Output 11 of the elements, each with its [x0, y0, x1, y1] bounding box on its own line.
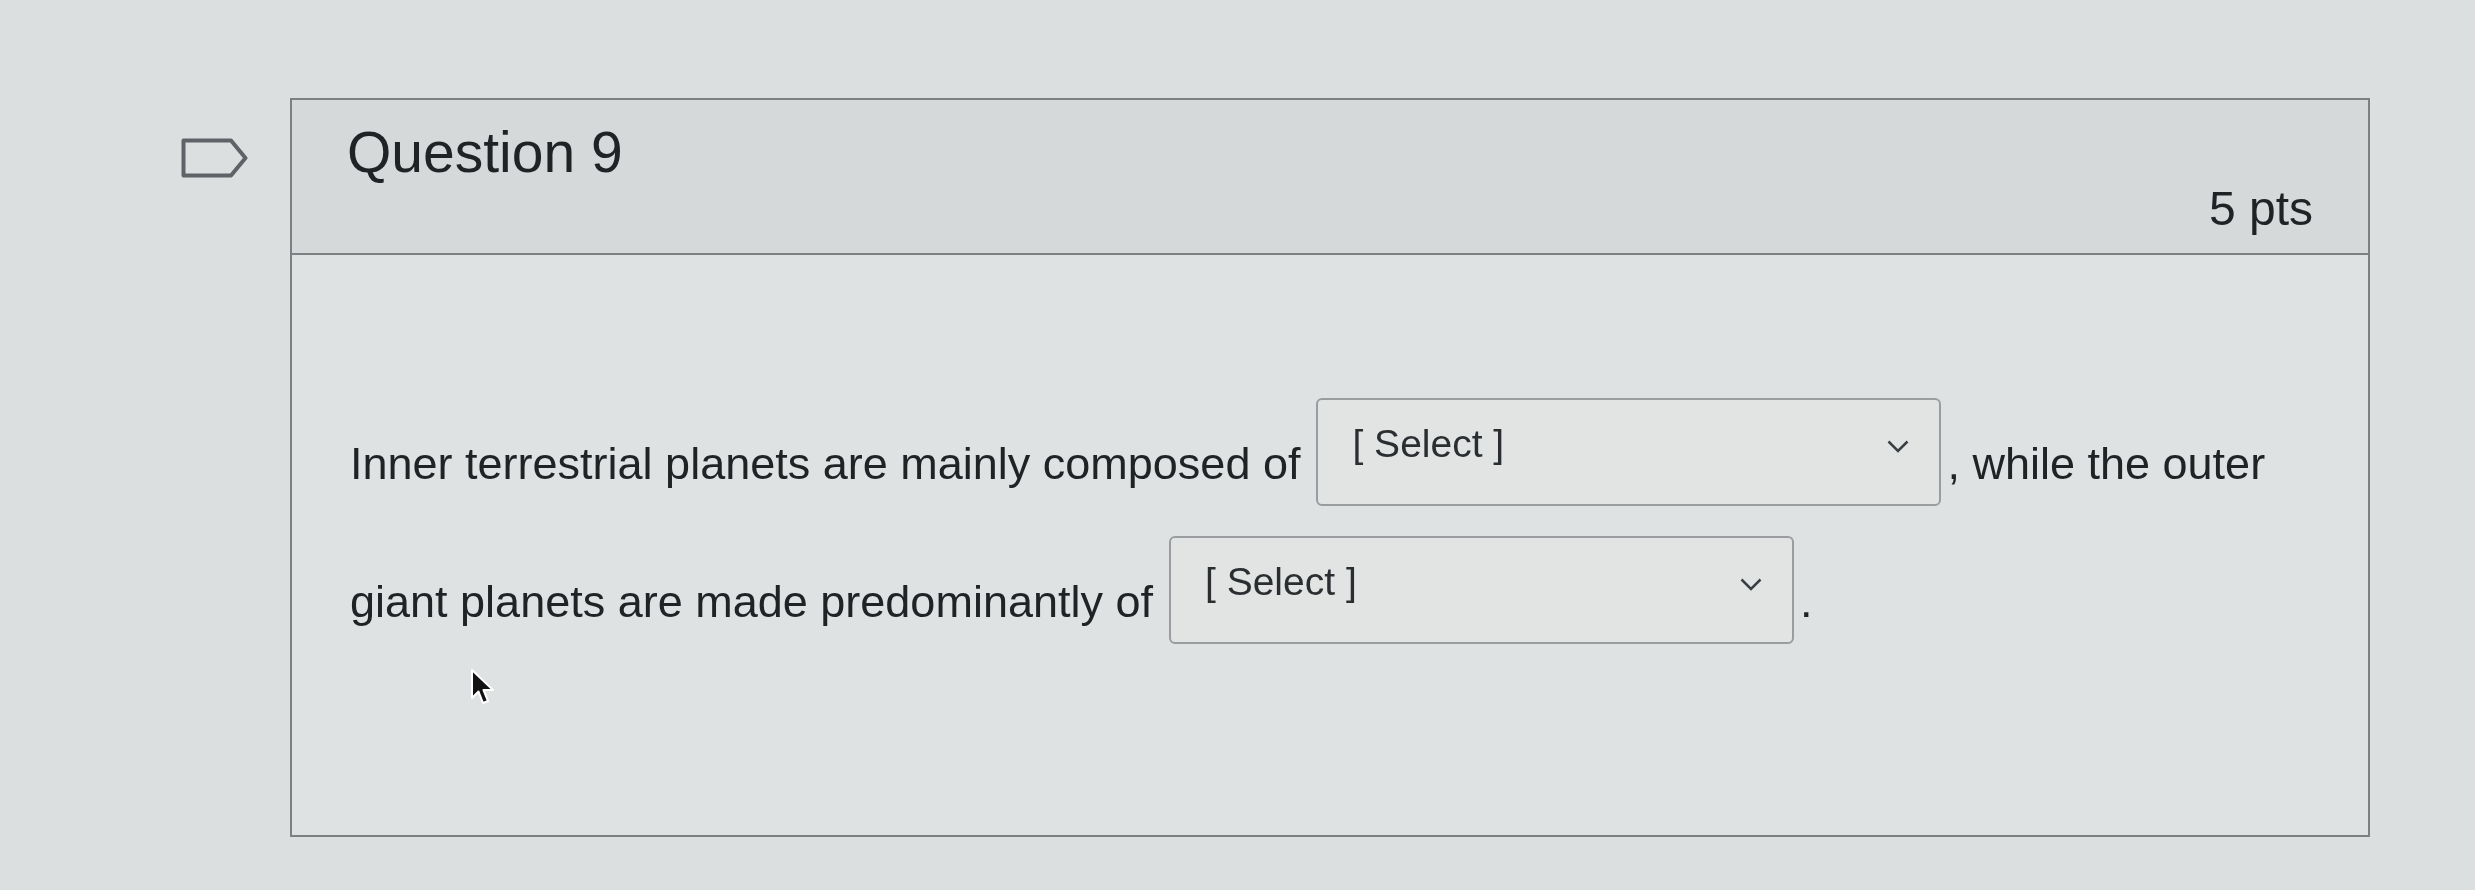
question-text: Inner terrestrial planets are mainly composed of	[350, 440, 1301, 486]
question-points: 5 pts	[2208, 185, 2313, 233]
question-title: Question 9	[347, 124, 623, 181]
chevron-down-icon	[1887, 439, 1910, 453]
flag-icon[interactable]	[181, 138, 248, 178]
question-text: giant planets are made predominantly of	[350, 578, 1153, 624]
question-text: , while the outer	[1947, 440, 2266, 486]
chevron-down-icon	[1740, 577, 1762, 591]
answer-dropdown[interactable]: [ Select ]	[1169, 536, 1794, 644]
question-text: .	[1800, 578, 1813, 624]
answer-dropdown[interactable]: [ Select ]	[1316, 398, 1942, 506]
